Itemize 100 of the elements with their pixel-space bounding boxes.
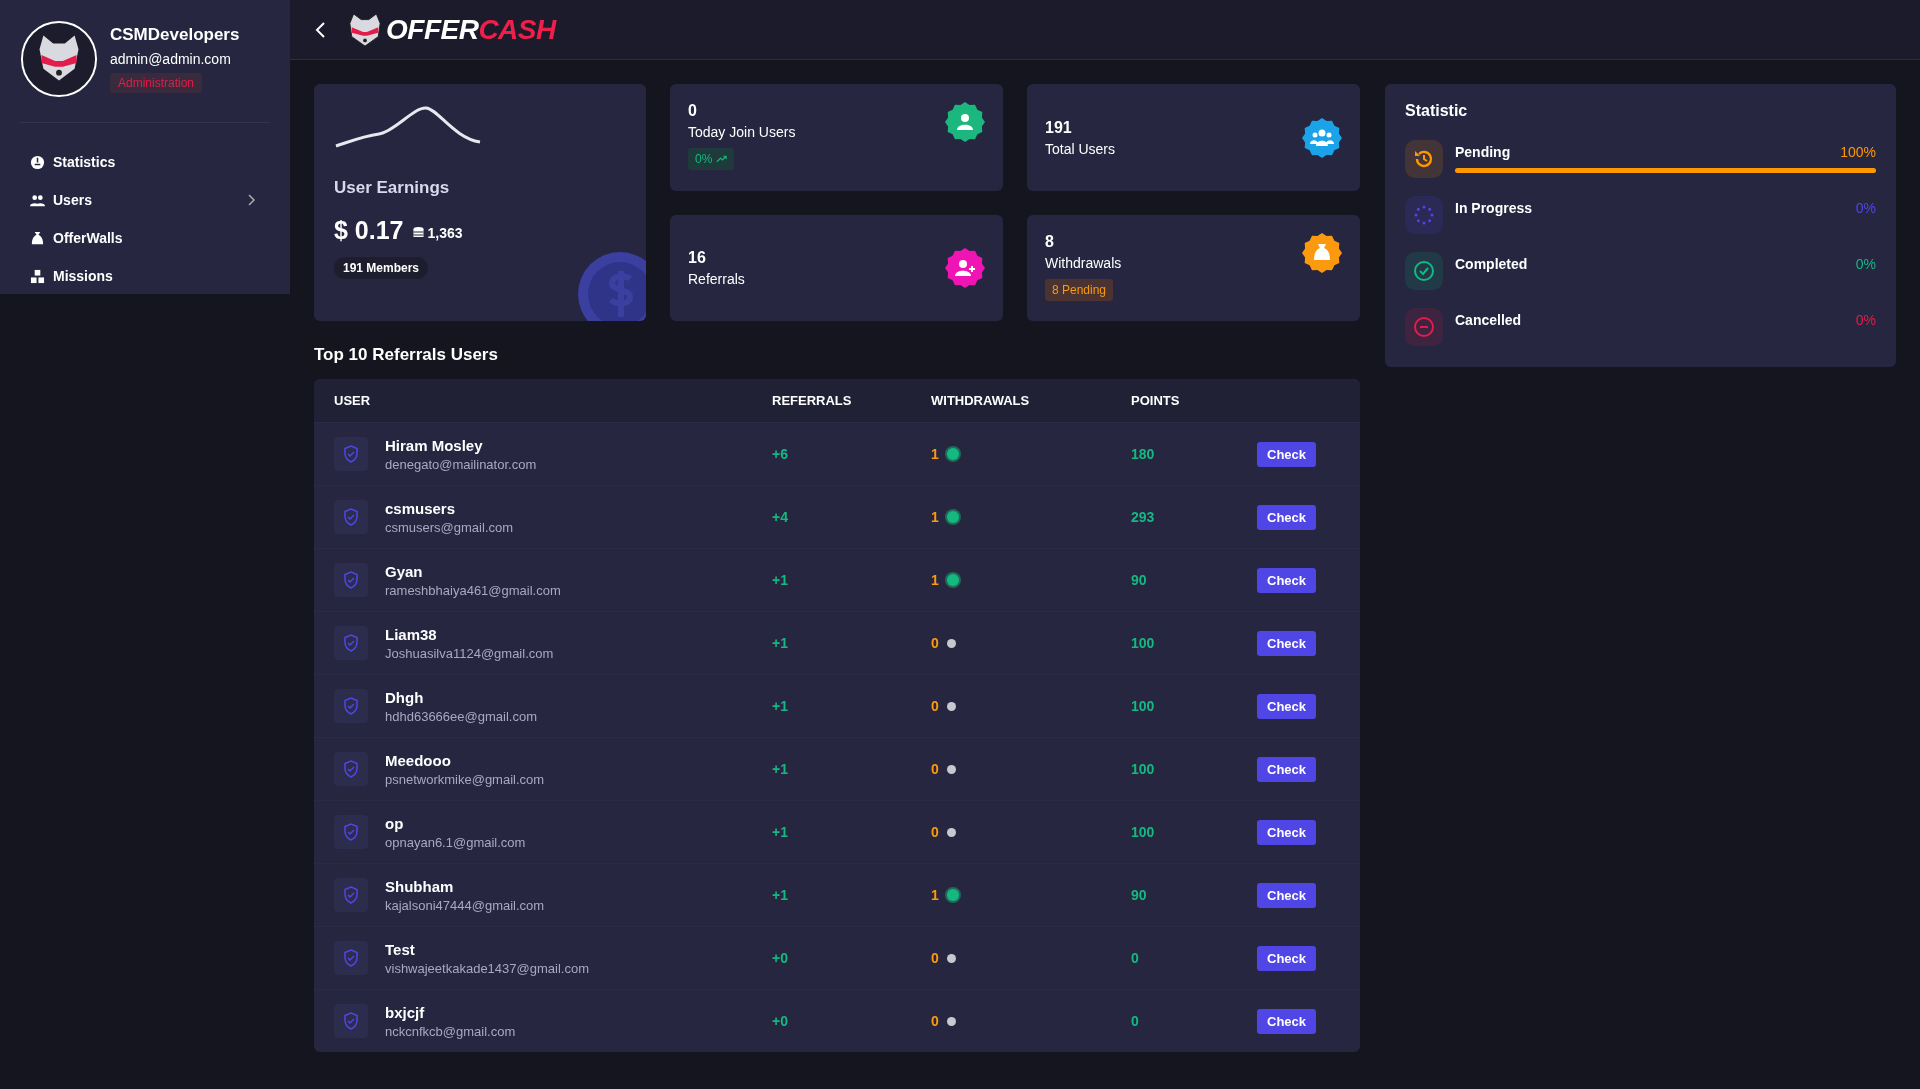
withdrawals-count: 0: [931, 635, 939, 651]
column-header: WITHDRAWALS: [931, 379, 1131, 423]
user-email: nckcnfkcb@gmail.com: [385, 1023, 516, 1039]
points-value: 0: [1131, 950, 1139, 966]
shield-check-icon: [343, 823, 359, 841]
user-email: csmusers@gmail.com: [385, 519, 514, 535]
column-header: USER: [314, 379, 772, 423]
points-value: 100: [1131, 824, 1155, 840]
referrals-count: +1: [772, 635, 788, 651]
coins-icon: [411, 226, 425, 239]
check-button[interactable]: Check: [1257, 1008, 1317, 1034]
user-email: hdhd63666ee@gmail.com: [385, 708, 537, 724]
referrals-count: +4: [772, 509, 788, 525]
user-name: Meedooo: [385, 751, 452, 769]
referrals-count: +0: [772, 950, 788, 966]
profile-email: admin@admin.com: [110, 51, 232, 67]
sidebar-item[interactable]: Statistics: [20, 143, 270, 181]
status-badge: 8 Pending: [1045, 279, 1114, 301]
user-name: Hiram Mosley: [385, 436, 484, 454]
shield-check-icon: [343, 634, 359, 652]
points-value: 100: [1131, 761, 1155, 777]
stat-value: 8: [1045, 233, 1055, 251]
user-name: Test: [385, 940, 416, 958]
stat-value: 16: [688, 249, 707, 267]
withdrawals-count: 1: [931, 446, 939, 462]
points-value: 90: [1131, 572, 1147, 588]
check-button[interactable]: Check: [1257, 945, 1317, 971]
stat-value: 0: [688, 102, 698, 120]
logo-text: OFFERCASH: [386, 13, 556, 46]
check-button[interactable]: Check: [1257, 504, 1317, 530]
earnings-title: User Earnings: [334, 178, 451, 198]
user-name: Liam38: [385, 625, 438, 643]
check-button[interactable]: Check: [1257, 441, 1317, 467]
shield-check-icon: [343, 445, 359, 463]
shield-check-icon: [343, 571, 359, 589]
users-icon: [30, 192, 45, 208]
offerwalls-icon: [30, 230, 45, 246]
withdrawals-count: 1: [931, 509, 939, 525]
column-header: REFERRALS: [772, 379, 931, 423]
sidebar-item[interactable]: Users: [20, 181, 270, 219]
stat-value: 191: [1045, 118, 1073, 137]
user-name: Gyan: [385, 562, 424, 580]
stat-label: Today Join Users: [688, 124, 796, 140]
stat-label: Referrals: [688, 271, 745, 287]
sidebar-item[interactable]: Missions: [20, 257, 270, 295]
profile-name: CSMDevelopers: [110, 25, 240, 45]
coins-amount: 1,363: [427, 224, 463, 241]
user-name: Dhgh: [385, 688, 425, 706]
statistics-icon: [30, 154, 45, 170]
points-value: 180: [1131, 446, 1155, 462]
check-button[interactable]: Check: [1257, 567, 1317, 593]
column-header: POINTS: [1131, 379, 1257, 423]
shield-check-icon: [343, 886, 359, 904]
points-value: 90: [1131, 887, 1147, 903]
status-label: Completed: [1455, 256, 1528, 272]
stat-label: Total Users: [1045, 140, 1116, 157]
status-percent: 0%: [1855, 312, 1876, 328]
check-button[interactable]: Check: [1257, 756, 1317, 782]
status-label: Cancelled: [1455, 312, 1522, 328]
members-badge: 191 Members: [334, 257, 429, 279]
shield-check-icon: [343, 697, 359, 715]
check-button[interactable]: Check: [1257, 630, 1317, 656]
referrals-count: +1: [772, 824, 788, 840]
points-value: 293: [1131, 509, 1155, 525]
user-name: op: [385, 814, 405, 832]
shield-check-icon: [343, 508, 359, 526]
referrals-count: +6: [772, 446, 788, 462]
trend-up-icon: [715, 155, 727, 163]
check-button[interactable]: Check: [1257, 693, 1317, 719]
sidebar-item[interactable]: OfferWalls: [20, 219, 270, 257]
shield-check-icon: [343, 1012, 359, 1030]
table-title: Top 10 Referrals Users: [314, 345, 499, 365]
withdrawals-count: 0: [931, 698, 939, 714]
referrals-count: +1: [772, 761, 788, 777]
shield-check-icon: [343, 949, 359, 967]
panel-title: Statistic: [1405, 102, 1469, 120]
user-name: bxjcjf: [385, 1003, 426, 1021]
back-icon[interactable]: [314, 19, 328, 40]
withdrawals-count: 0: [931, 761, 939, 777]
referrals-count: +0: [772, 1013, 788, 1029]
status-label: In Progress: [1455, 200, 1533, 216]
check-button[interactable]: Check: [1257, 819, 1317, 845]
user-email: kajalsoni47444@gmail.com: [385, 897, 545, 913]
missions-icon: [30, 268, 45, 284]
referrals-count: +1: [772, 698, 788, 714]
status-percent: 0%: [1855, 200, 1876, 216]
user-name: csmusers: [385, 499, 457, 517]
user-email: rameshbhaiya461@gmail.com: [385, 582, 561, 598]
user-name: Shubham: [385, 877, 455, 895]
user-email: vishwajeetkakade1437@gmail.com: [385, 960, 589, 976]
earnings-amount: $ 0.17: [334, 216, 404, 245]
shield-check-icon: [343, 760, 359, 778]
user-email: Joshuasilva1124@gmail.com: [385, 645, 554, 661]
referrals-count: +1: [772, 887, 788, 903]
check-button[interactable]: Check: [1257, 882, 1317, 908]
dollar-coin-icon: [575, 249, 646, 321]
withdrawals-count: 0: [931, 1013, 939, 1029]
role-badge: Administration: [110, 73, 203, 93]
status-percent: 0%: [1855, 256, 1876, 272]
points-value: 0: [1131, 1013, 1139, 1029]
